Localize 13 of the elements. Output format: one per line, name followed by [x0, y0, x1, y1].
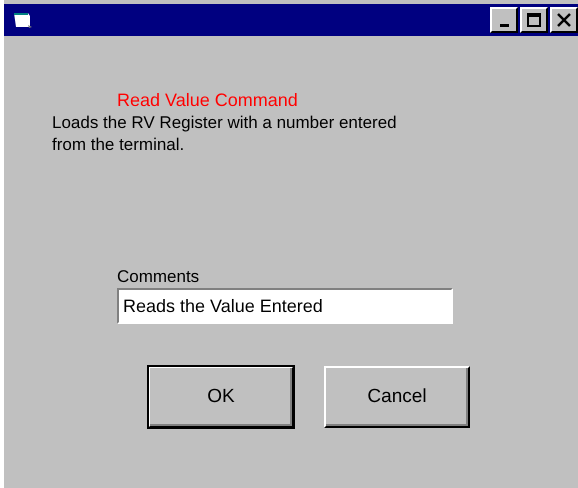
minimize-button[interactable] [490, 7, 518, 33]
comments-label: Comments [117, 266, 200, 288]
window-icon [12, 11, 34, 29]
maximize-button[interactable] [520, 7, 548, 33]
ok-button[interactable]: OK [148, 366, 294, 428]
close-button[interactable] [550, 7, 578, 33]
command-title: Read Value Command [117, 89, 299, 112]
cancel-button[interactable]: Cancel [324, 366, 470, 428]
maximize-icon [526, 12, 542, 28]
comments-field[interactable]: Reads the Value Entered [117, 288, 453, 324]
description: Loads the RV Register with a number entered from the terminal. [52, 112, 398, 156]
minimize-icon [500, 24, 508, 26]
close-icon [556, 12, 572, 28]
